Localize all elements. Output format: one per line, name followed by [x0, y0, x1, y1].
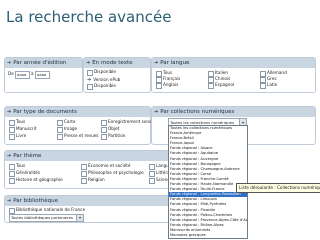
epub-title: Version ePub	[93, 77, 121, 82]
doctype-option: Enregistrement sonore	[108, 119, 156, 124]
doctype-checkbox[interactable]	[9, 134, 15, 140]
language-panel-header[interactable]: ➔ Par langue	[152, 58, 315, 68]
theme-checkbox[interactable]	[9, 171, 15, 177]
epub-available-checkbox[interactable]	[87, 84, 93, 90]
lang-checkbox[interactable]	[156, 83, 162, 89]
language-panel-title: Par langue	[160, 60, 190, 66]
library-panel-header[interactable]: ➔ Par bibliothèque	[5, 196, 171, 206]
library-panel-title: Par bibliothèque	[13, 198, 58, 204]
collapse-arrow-icon[interactable]: ➔	[7, 153, 11, 159]
doctype-option: Partition	[108, 133, 126, 138]
collapse-arrow-icon[interactable]: ➔	[7, 109, 11, 115]
lang-option: Espagnol	[215, 82, 235, 87]
dropdown-option[interactable]: Photographies de spectacle de l'après-gu…	[169, 238, 247, 239]
doctype-option: Tous	[16, 119, 26, 124]
epub-arrow-icon[interactable]: ➔	[87, 77, 91, 83]
year-panel: ➔ Par année d'édition De aaaa à aaaa	[4, 57, 83, 93]
theme-option: Généralités	[16, 170, 41, 175]
text-available-checkbox[interactable]	[87, 70, 93, 76]
doctype-option: Manuscrit	[16, 126, 37, 131]
theme-checkbox[interactable]	[149, 164, 155, 170]
theme-checkbox[interactable]	[149, 171, 155, 177]
theme-checkbox[interactable]	[81, 178, 87, 184]
year-to-label: à	[31, 71, 34, 76]
theme-option: Religion	[88, 177, 105, 182]
collections-tooltip: Liste déroulante : Collections numérique…	[236, 183, 320, 193]
year-panel-header[interactable]: ➔ Par année d'édition	[5, 58, 82, 68]
doctype-checkbox[interactable]	[57, 134, 63, 140]
year-to-input[interactable]: aaaa	[35, 71, 50, 79]
collections-dropdown-list[interactable]: Toutes les collections numériques France-…	[168, 125, 248, 239]
doctype-checkbox[interactable]	[9, 120, 15, 126]
doctype-option: Image	[64, 126, 78, 131]
doctype-checkbox[interactable]	[101, 134, 107, 140]
theme-checkbox[interactable]	[9, 164, 15, 170]
library-panel: ➔ Par bibliothèque Bibliothèque nationale…	[4, 195, 172, 223]
theme-option: Tous	[16, 163, 26, 168]
page-title: La recherche avancée	[6, 8, 172, 26]
doctype-option: Presse et revues	[64, 133, 99, 138]
year-from-label: De	[8, 71, 14, 76]
theme-panel: ➔ Par thème Tous Généralités Histoire et …	[4, 150, 174, 189]
lang-option: Latin	[267, 82, 278, 87]
doctype-checkbox[interactable]	[57, 127, 63, 133]
doctype-checkbox[interactable]	[101, 127, 107, 133]
theme-checkbox[interactable]	[9, 178, 15, 184]
doctype-option: Carte	[64, 119, 76, 124]
lang-option: Anglais	[163, 82, 179, 87]
theme-option: Histoire et géographie	[16, 177, 63, 182]
year-from-input[interactable]: aaaa	[15, 71, 30, 79]
theme-checkbox[interactable]	[81, 171, 87, 177]
library-select[interactable]: Toutes bibliothèques partenaires ▾	[9, 214, 84, 222]
doctype-panel-header[interactable]: ➔ Par type de documents	[5, 107, 150, 117]
theme-checkbox[interactable]	[149, 178, 155, 184]
library-bnf-label: Bibliothèque nationale de France	[16, 207, 86, 212]
doctype-panel: ➔ Par type de documents Tous Manuscrit Li…	[4, 106, 156, 145]
lang-checkbox[interactable]	[208, 83, 214, 89]
theme-checkbox[interactable]	[81, 164, 87, 170]
year-panel-title: Par année d'édition	[13, 60, 67, 66]
collapse-arrow-icon[interactable]: ➔	[7, 198, 11, 204]
doctype-checkbox[interactable]	[9, 127, 15, 133]
collections-panel-title: Par collections numériques	[160, 109, 235, 115]
online-panel: ➔ En mode texte Disponible ➔ Version ePub …	[83, 57, 151, 93]
theme-option: Philosophie et psychologie	[88, 170, 144, 175]
collapse-arrow-icon[interactable]: ➔	[86, 60, 90, 66]
theme-panel-title: Par thème	[13, 153, 42, 159]
collapse-arrow-icon[interactable]: ➔	[154, 109, 158, 115]
text-available-label: Disponible	[94, 69, 117, 74]
doctype-option: Objet	[108, 126, 120, 131]
doctype-checkbox[interactable]	[57, 120, 63, 126]
chevron-down-icon[interactable]: ▾	[76, 215, 83, 221]
language-panel: ➔ Par langue Tous Français Anglais Italie…	[151, 57, 316, 93]
epub-available-label: Disponible	[94, 83, 117, 88]
online-panel-header[interactable]: ➔ En mode texte	[84, 58, 150, 68]
theme-option: Économie et société	[88, 163, 131, 168]
collapse-arrow-icon[interactable]: ➔	[154, 60, 158, 66]
doctype-checkbox[interactable]	[101, 120, 107, 126]
lang-checkbox[interactable]	[260, 83, 266, 89]
online-panel-title: En mode texte	[92, 60, 133, 66]
doctype-panel-title: Par type de documents	[13, 109, 77, 115]
doctype-option: Livre	[16, 133, 27, 138]
collections-panel-header[interactable]: ➔ Par collections numériques	[152, 107, 315, 117]
theme-panel-header[interactable]: ➔ Par thème	[5, 151, 171, 161]
library-select-value: Toutes bibliothèques partenaires	[11, 215, 73, 220]
collapse-arrow-icon[interactable]: ➔	[7, 60, 11, 66]
